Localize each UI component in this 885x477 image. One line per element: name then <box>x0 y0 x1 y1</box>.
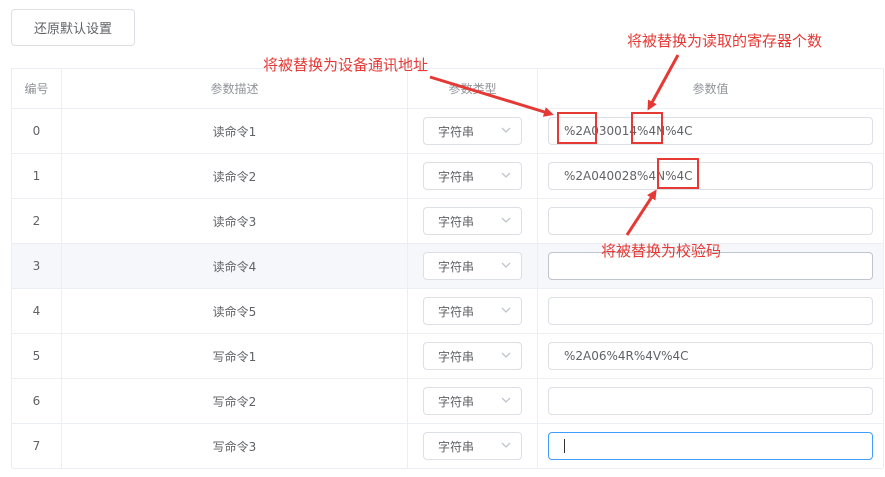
param-type-value: 字符串 <box>438 439 475 454</box>
param-type-value: 字符串 <box>438 259 475 274</box>
table-row: 0 读命令1 字符串 %2A030014%4N%4C <box>12 109 883 154</box>
param-value-input[interactable] <box>548 432 873 460</box>
address-highlight-box <box>557 112 597 144</box>
address-annotation: 将被替换为设备通讯地址 <box>263 56 429 74</box>
type-cell: 字符串 <box>408 334 538 378</box>
text-caret <box>564 439 565 453</box>
param-type-value: 字符串 <box>438 349 475 364</box>
param-type-select[interactable]: 字符串 <box>423 342 522 370</box>
param-value-input[interactable]: %2A06%4R%4V%4C <box>548 342 873 370</box>
parameter-table: 编号 参数描述 参数类型 参数值 0 读命令1 字符串 %2A030014%4N%4C… <box>11 68 884 469</box>
row-id: 4 <box>12 289 62 333</box>
value-cell <box>538 424 883 468</box>
reset-defaults-button[interactable]: 还原默认设置 <box>11 9 135 46</box>
chevron-down-icon <box>501 307 511 313</box>
chevron-down-icon <box>501 262 511 268</box>
table-row: 2 读命令3 字符串 <box>12 199 883 244</box>
param-type-value: 字符串 <box>438 124 475 139</box>
row-id: 7 <box>12 424 62 468</box>
param-type-select[interactable]: 字符串 <box>423 162 522 190</box>
row-description: 写命令2 <box>62 379 408 423</box>
param-type-select[interactable]: 字符串 <box>423 117 522 145</box>
type-cell: 字符串 <box>408 109 538 153</box>
table-row: 6 写命令2 字符串 <box>12 379 883 424</box>
chevron-down-icon <box>501 172 511 178</box>
checksum-highlight-box <box>657 158 699 189</box>
chevron-down-icon <box>501 352 511 358</box>
row-description: 写命令3 <box>62 424 408 468</box>
param-value-input[interactable]: %2A040028%4N%4C <box>548 162 873 190</box>
param-type-select[interactable]: 字符串 <box>423 432 522 460</box>
table-row: 5 写命令1 字符串 %2A06%4R%4V%4C <box>12 334 883 379</box>
value-cell: %2A040028%4N%4C <box>538 154 883 198</box>
row-description: 读命令5 <box>62 289 408 333</box>
chevron-down-icon <box>501 397 511 403</box>
row-id: 3 <box>12 244 62 288</box>
header-value: 参数值 <box>692 82 729 96</box>
param-type-select[interactable]: 字符串 <box>423 387 522 415</box>
type-cell: 字符串 <box>408 424 538 468</box>
param-type-select[interactable]: 字符串 <box>423 252 522 280</box>
chevron-down-icon <box>501 217 511 223</box>
table-header: 编号 参数描述 参数类型 参数值 <box>12 69 883 109</box>
checksum-annotation: 将被替换为校验码 <box>601 242 722 260</box>
param-type-select[interactable]: 字符串 <box>423 297 522 325</box>
chevron-down-icon <box>501 127 511 133</box>
row-id: 1 <box>12 154 62 198</box>
row-description: 读命令4 <box>62 244 408 288</box>
value-cell <box>538 289 883 333</box>
row-description: 读命令3 <box>62 199 408 243</box>
row-id: 0 <box>12 109 62 153</box>
param-value-input[interactable] <box>548 387 873 415</box>
count-highlight-box <box>631 112 663 144</box>
row-description: 读命令1 <box>62 109 408 153</box>
table-row: 4 读命令5 字符串 <box>12 289 883 334</box>
row-id: 2 <box>12 199 62 243</box>
type-cell: 字符串 <box>408 244 538 288</box>
chevron-down-icon <box>501 442 511 448</box>
param-value-input[interactable] <box>548 297 873 325</box>
table-row: 1 读命令2 字符串 %2A040028%4N%4C <box>12 154 883 199</box>
type-cell: 字符串 <box>408 199 538 243</box>
param-value-input[interactable] <box>548 207 873 235</box>
param-type-select[interactable]: 字符串 <box>423 207 522 235</box>
value-cell <box>538 379 883 423</box>
type-cell: 字符串 <box>408 379 538 423</box>
register-count-annotation: 将被替换为读取的寄存器个数 <box>627 32 823 50</box>
header-id: 编号 <box>12 69 62 108</box>
param-type-value: 字符串 <box>438 214 475 229</box>
param-type-value: 字符串 <box>438 304 475 319</box>
value-cell <box>538 199 883 243</box>
row-id: 6 <box>12 379 62 423</box>
type-cell: 字符串 <box>408 289 538 333</box>
param-value-text: %2A06%4R%4V%4C <box>564 349 689 363</box>
param-type-value: 字符串 <box>438 169 475 184</box>
row-description: 读命令2 <box>62 154 408 198</box>
row-description: 写命令1 <box>62 334 408 378</box>
table-row: 7 写命令3 字符串 <box>12 424 883 469</box>
row-id: 5 <box>12 334 62 378</box>
param-type-value: 字符串 <box>438 394 475 409</box>
value-cell: %2A06%4R%4V%4C <box>538 334 883 378</box>
table-row: 3 读命令4 字符串 <box>12 244 883 289</box>
type-cell: 字符串 <box>408 154 538 198</box>
